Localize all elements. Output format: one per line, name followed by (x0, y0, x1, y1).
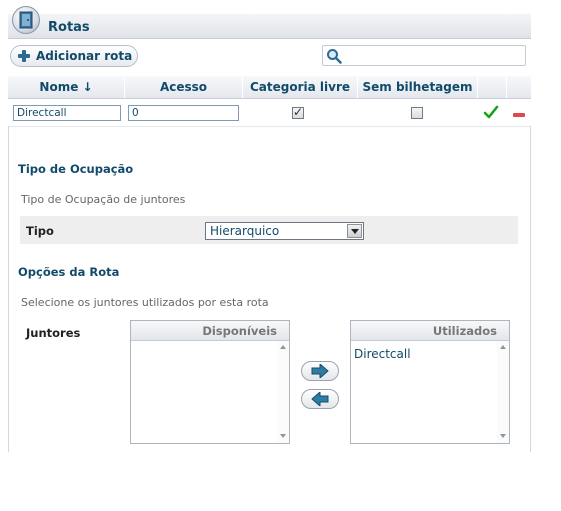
nome-field[interactable] (13, 105, 121, 121)
tipo-select-value: Hierarquico (210, 224, 280, 238)
available-scrollbar[interactable] (277, 341, 289, 443)
list-item[interactable]: Directcall (354, 347, 411, 361)
used-list-header: Utilizados (351, 321, 509, 341)
scroll-down-icon[interactable] (500, 434, 506, 438)
column-header-nome[interactable]: Nome ↓ (8, 76, 124, 98)
page-title: Rotas (48, 20, 90, 35)
acesso-field[interactable] (128, 105, 239, 121)
available-juntores-list[interactable]: Disponíveis (130, 320, 290, 444)
search-input[interactable] (345, 47, 527, 66)
juntores-label: Juntores (26, 326, 81, 340)
section-title-opcoes: Opções da Rota (18, 265, 120, 279)
sem-bilhetagem-checkbox[interactable] (411, 107, 423, 119)
column-header-sem-bilhetagem[interactable]: Sem bilhetagem (358, 76, 477, 98)
add-route-button[interactable]: Adicionar rota (10, 45, 138, 67)
available-list-header: Disponíveis (131, 321, 289, 341)
move-left-button[interactable] (301, 389, 339, 409)
ocupacao-description: Tipo de Ocupação de juntores (21, 193, 186, 206)
door-icon (12, 6, 40, 34)
add-route-label: Adicionar rota (36, 49, 133, 63)
arrow-right-icon (311, 364, 329, 378)
scroll-down-icon[interactable] (280, 434, 286, 438)
categoria-livre-checkbox[interactable] (292, 105, 304, 119)
move-right-button[interactable] (301, 361, 339, 381)
column-header-acesso[interactable]: Acesso (125, 76, 242, 98)
column-header-categoria-livre[interactable]: Categoria livre (243, 76, 357, 98)
section-title-ocupacao: Tipo de Ocupação (18, 162, 134, 176)
arrow-left-icon (311, 392, 329, 406)
opcoes-description: Selecione os juntores utilizados por est… (21, 296, 269, 309)
scroll-up-icon[interactable] (280, 345, 286, 349)
confirm-check-icon[interactable] (483, 105, 499, 119)
search-icon[interactable] (326, 48, 342, 64)
plus-icon (17, 49, 31, 63)
tipo-select[interactable]: Hierarquico (205, 222, 364, 240)
chevron-down-icon[interactable] (347, 224, 362, 238)
used-scrollbar[interactable] (497, 341, 509, 443)
used-juntores-list[interactable]: Utilizados Directcall (350, 320, 510, 444)
scroll-up-icon[interactable] (500, 345, 506, 349)
tipo-label: Tipo (26, 224, 54, 238)
remove-minus-icon[interactable] (513, 113, 525, 117)
